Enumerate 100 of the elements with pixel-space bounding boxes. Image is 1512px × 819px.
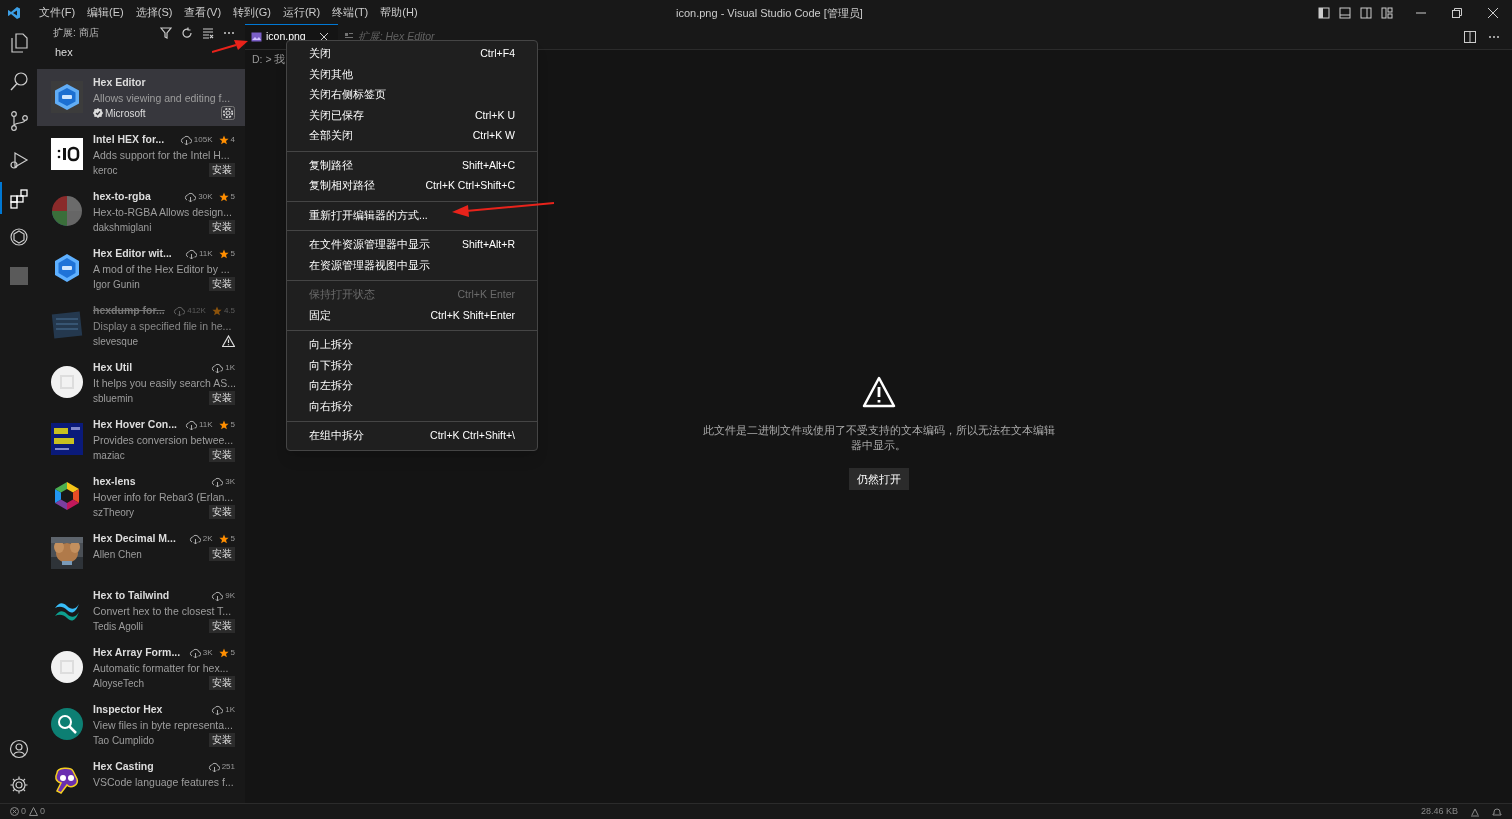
split-editor-icon[interactable]: [1464, 30, 1476, 43]
run-debug-icon[interactable]: [8, 149, 29, 171]
download-count: 30K: [198, 191, 213, 203]
menu-bar-item[interactable]: 终端(T): [326, 4, 375, 21]
publisher-name: Tao Cumplido: [93, 733, 155, 748]
extension-item[interactable]: Hex to Tailwind 9K Convert hex to the closest T... Tedis Agolli 安装: [37, 581, 245, 639]
menu-item[interactable]: 关闭右侧标签页: [287, 85, 537, 106]
breadcrumb[interactable]: D: > 我: [245, 50, 286, 68]
extension-item[interactable]: Hex Editor Allows viewing and editing f... Microsoft: [37, 68, 245, 126]
menu-item[interactable]: 向上拆分: [287, 335, 537, 356]
menu-bar-item[interactable]: 转到(G): [227, 4, 277, 21]
extension-item[interactable]: Intel HEX for... 105K 4 Adds support for the Intel H... keroc 安装: [37, 125, 245, 183]
install-button[interactable]: 安装: [209, 220, 235, 234]
warning-icon[interactable]: [29, 807, 38, 816]
extension-item[interactable]: Hex Hover Con... 11K 5 Provides conversion betwee... maziac 安装: [37, 410, 245, 468]
menu-item[interactable]: 关闭其他: [287, 64, 537, 85]
square-icon[interactable]: [8, 266, 29, 288]
secondary-sidebar-toggle-icon[interactable]: [1360, 6, 1372, 19]
close-tab-icon[interactable]: [319, 33, 328, 41]
primary-sidebar-toggle-icon[interactable]: [1318, 6, 1330, 19]
download-count-icon: [207, 761, 220, 773]
menu-item[interactable]: 向下拆分: [287, 355, 537, 376]
menu-bar-item[interactable]: 选择(S): [129, 4, 179, 21]
restore-icon[interactable]: [1452, 7, 1462, 18]
extension-description: It helps you easily search AS...: [93, 375, 235, 391]
menu-bar-item[interactable]: 查看(V): [178, 4, 228, 21]
install-button[interactable]: 安装: [209, 547, 235, 561]
open-anyway-button[interactable]: 仍然打开: [848, 468, 909, 490]
circle-logo-icon: [51, 650, 83, 683]
panel-toggle-icon[interactable]: [1339, 6, 1351, 19]
warning-count[interactable]: 0: [40, 804, 46, 819]
download-count: 251: [221, 761, 235, 773]
menu-bar-item[interactable]: 帮助(H): [374, 4, 424, 21]
extension-name: Hex Editor: [93, 75, 146, 91]
menu-item[interactable]: 复制相对路径 Ctrl+K Ctrl+Shift+C: [287, 176, 537, 197]
menu-bar-item[interactable]: 文件(F): [33, 4, 82, 21]
install-button[interactable]: 安装: [209, 277, 235, 291]
extension-item[interactable]: Hex Array Form... 3K 5 Automatic formatter for hex... AloyseTech 安装: [37, 638, 245, 696]
install-button[interactable]: 安装: [209, 448, 235, 462]
extension-item[interactable]: hex-to-rgba 30K 5 Hex-to-RGBA Allows design... dakshmiglani 安装: [37, 182, 245, 240]
image-file-icon: [251, 32, 262, 42]
explorer-icon[interactable]: [8, 32, 29, 54]
layout-icon[interactable]: [1381, 6, 1393, 19]
error-count[interactable]: 0: [21, 804, 26, 819]
extension-description: Display a specified file in he...: [93, 318, 233, 334]
extensions-icon[interactable]: [8, 188, 29, 210]
menu-item[interactable]: 在组中拆分 Ctrl+K Ctrl+Shift+\: [287, 426, 537, 447]
menu-item[interactable]: 向右拆分: [287, 396, 537, 417]
file-size[interactable]: 28.46 KB: [1420, 804, 1458, 819]
menu-item[interactable]: 复制路径 Shift+Alt+C: [287, 155, 537, 176]
install-button[interactable]: 安装: [209, 733, 235, 747]
menu-item[interactable]: 在文件资源管理器中显示 Shift+Alt+R: [287, 235, 537, 256]
extension-item[interactable]: hex-lens 3K Hover info for Rebar3 (Erlan... szTheory 安装: [37, 467, 245, 525]
menu-item[interactable]: 全部关闭 Ctrl+K W: [287, 126, 537, 147]
clear-results-icon[interactable]: [202, 26, 214, 39]
menu-bar-item[interactable]: 编辑(E): [81, 4, 130, 21]
menu-item[interactable]: 在资源管理器视图中显示: [287, 255, 537, 276]
menu-item[interactable]: 固定 Ctrl+K Shift+Enter: [287, 305, 537, 326]
publisher-name: AloyseTech: [93, 676, 145, 691]
menu-bar-item[interactable]: 运行(R): [276, 4, 327, 21]
account-icon[interactable]: [8, 739, 29, 759]
install-button[interactable]: 安装: [209, 163, 235, 177]
search-icon[interactable]: [8, 71, 29, 93]
refresh-icon[interactable]: [181, 26, 193, 39]
square-logo-icon: [51, 422, 83, 455]
filter-icon[interactable]: [160, 26, 172, 39]
source-control-icon[interactable]: [8, 110, 29, 132]
download-count-icon: [188, 647, 201, 659]
download-count-icon: [179, 134, 192, 146]
publisher-name: Allen Chen: [93, 547, 142, 562]
download-count: 3K: [202, 647, 213, 659]
extension-name: Intel HEX for...: [93, 132, 165, 148]
manage-gear-icon[interactable]: [221, 106, 235, 120]
extension-description: Allows viewing and editing f...: [93, 90, 232, 106]
settings-icon[interactable]: [8, 775, 29, 795]
menu-item[interactable]: 向左拆分: [287, 376, 537, 397]
publisher-name: Microsoft: [105, 106, 146, 121]
close-icon[interactable]: [1488, 7, 1498, 18]
extension-name: Hex Hover Con...: [93, 417, 178, 433]
install-button[interactable]: 安装: [209, 505, 235, 519]
quadrant-circle-logo-icon: [51, 194, 83, 227]
notifications-icon[interactable]: [1492, 806, 1502, 817]
publisher-name: Tedis Agolli: [93, 619, 144, 634]
extension-item[interactable]: Inspector Hex 1K View files in byte representa... Tao Cumplido 安装: [37, 695, 245, 753]
error-icon[interactable]: [10, 807, 19, 816]
install-button[interactable]: 安装: [209, 676, 235, 690]
star-icon: [218, 135, 229, 145]
extension-item[interactable]: Hex Decimal M... 2K 5 Allen Chen 安装: [37, 524, 245, 582]
publisher-name: slevesque: [93, 334, 139, 349]
feedback-icon[interactable]: [1470, 806, 1480, 817]
extension-item[interactable]: Hex Util 1K It helps you easily search AS... sbluemin 安装: [37, 353, 245, 411]
menu-item[interactable]: 重新打开编辑器的方式...: [287, 205, 537, 226]
install-button[interactable]: 安装: [209, 619, 235, 633]
extension-name: hex-lens: [93, 474, 136, 490]
install-button[interactable]: 安装: [209, 391, 235, 405]
hex-code-logo-icon: [51, 137, 83, 170]
extension-name: Hex Decimal M...: [93, 531, 176, 547]
extension-item[interactable]: Hex Editor wit... 11K 5 A mod of the Hex Editor by ... Igor Gunin 安装: [37, 239, 245, 297]
download-count-icon: [184, 419, 197, 431]
menu-item[interactable]: 关闭已保存 Ctrl+K U: [287, 105, 537, 126]
